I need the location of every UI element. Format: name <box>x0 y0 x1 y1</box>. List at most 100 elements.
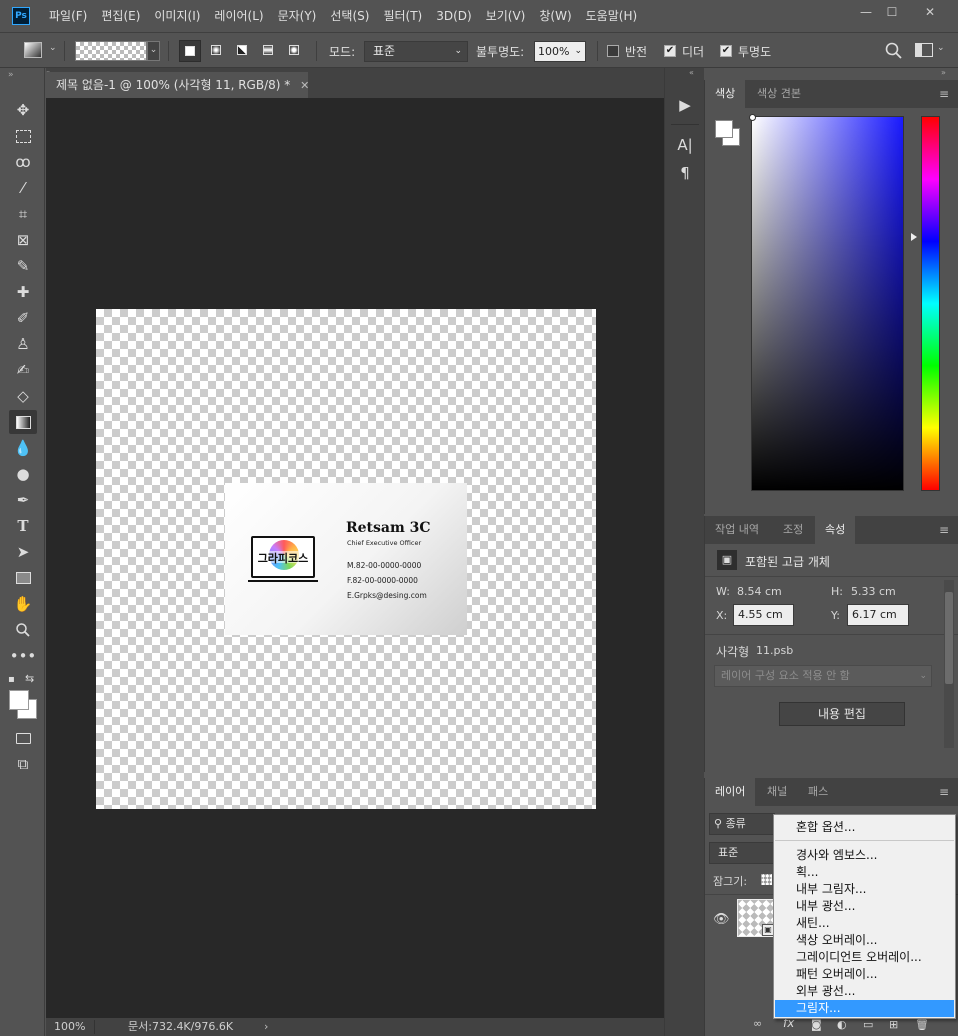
menu-select[interactable]: 선택(S) <box>325 0 378 32</box>
menu-item-gradient-overlay[interactable]: 그레이디언트 오버레이... <box>775 949 954 966</box>
default-colors-icon[interactable]: ▪ <box>8 674 15 685</box>
menu-item-outer-glow[interactable]: 외부 광선... <box>775 983 954 1000</box>
business-card-layer[interactable]: 그라피코스 Retsam 3C Chief Executive Officer … <box>225 483 467 635</box>
magic-wand-tool-icon[interactable]: ⁄ <box>9 176 37 200</box>
dodge-tool-icon[interactable]: ● <box>9 462 37 486</box>
gradient-tool-preset-icon[interactable] <box>24 42 42 58</box>
menu-item-pattern-overlay[interactable]: 패턴 오버레이... <box>775 966 954 983</box>
document-tab[interactable]: 제목 없음-1 @ 100% (사각형 11, RGB/8) * ✕ <box>46 72 309 98</box>
workspace-icon[interactable] <box>915 43 933 57</box>
width-value[interactable]: 8.54 cm <box>737 585 782 598</box>
hue-slider[interactable] <box>921 116 940 491</box>
quick-mask-icon[interactable] <box>9 726 37 750</box>
eye-visibility-icon[interactable]: 👁 <box>713 912 730 927</box>
dither-checkbox[interactable]: ✔ <box>664 45 676 57</box>
eyedropper-tool-icon[interactable]: ✎ <box>9 254 37 278</box>
menu-item-satin[interactable]: 새틴... <box>775 915 954 932</box>
menu-3d[interactable]: 3D(D) <box>431 0 480 32</box>
adjustment-layer-icon[interactable]: ◐ <box>837 1018 847 1031</box>
crop-tool-icon[interactable]: ⌗ <box>9 202 37 226</box>
x-input[interactable]: 4.55 cm <box>733 604 794 626</box>
menu-file[interactable]: 파일(F) <box>44 0 96 32</box>
new-layer-icon[interactable]: ⊞ <box>889 1018 898 1031</box>
clone-stamp-tool-icon[interactable]: ♙ <box>9 332 37 356</box>
menu-view[interactable]: 보기(V) <box>481 0 535 32</box>
close-tab-icon[interactable]: ✕ <box>300 79 309 92</box>
collapse-icon[interactable]: » <box>8 70 14 80</box>
menu-item-stroke[interactable]: 획... <box>775 864 954 881</box>
opacity-input[interactable]: 100% ⌄ <box>534 41 586 62</box>
edit-contents-button[interactable]: 내용 편집 <box>779 702 905 726</box>
link-layers-icon[interactable]: ∞ <box>753 1017 762 1030</box>
maximize-button[interactable]: ☐ <box>878 3 906 21</box>
menu-item-color-overlay[interactable]: 색상 오버레이... <box>775 932 954 949</box>
layer-mask-icon[interactable]: ◙ <box>811 1018 822 1031</box>
tab-channels[interactable]: 채널 <box>757 778 797 806</box>
menu-item-inner-glow[interactable]: 내부 광선... <box>775 898 954 915</box>
reverse-checkbox[interactable] <box>607 45 619 57</box>
menu-item-bevel-emboss[interactable]: 경사와 엠보스... <box>775 847 954 864</box>
pen-tool-icon[interactable]: ✒ <box>9 488 37 512</box>
angle-gradient-button[interactable] <box>232 40 254 62</box>
history-brush-tool-icon[interactable]: ✍ <box>9 358 37 382</box>
panel-menu-icon[interactable]: ≡ <box>939 785 951 799</box>
menu-item-inner-shadow[interactable]: 내부 그림자... <box>775 881 954 898</box>
more-tools-icon[interactable]: ••• <box>9 644 37 668</box>
brush-tool-icon[interactable]: ✐ <box>9 306 37 330</box>
frame-tool-icon[interactable]: ⊠ <box>9 228 37 252</box>
layer-thumbnail[interactable]: ▣ <box>737 899 775 937</box>
tab-properties[interactable]: 속성 <box>815 516 856 544</box>
trash-icon[interactable]: 🗑 <box>915 1018 929 1031</box>
menu-image[interactable]: 이미지(I) <box>149 0 209 32</box>
lock-transparent-icon[interactable] <box>761 874 772 885</box>
color-picker-marker[interactable] <box>749 114 756 121</box>
character-panel-icon[interactable]: A| <box>671 132 699 158</box>
diamond-gradient-button[interactable] <box>284 40 306 62</box>
menu-edit[interactable]: 편집(E) <box>96 0 149 32</box>
paragraph-panel-icon[interactable]: ¶ <box>671 160 699 186</box>
lasso-tool-icon[interactable]: ꝏ <box>9 150 37 174</box>
radial-gradient-button[interactable] <box>206 40 228 62</box>
menu-item-drop-shadow[interactable]: 그림자... <box>775 1000 954 1017</box>
hue-slider-handle[interactable] <box>911 233 917 241</box>
hand-tool-icon[interactable]: ✋ <box>9 592 37 616</box>
tab-adjustments[interactable]: 조정 <box>773 516 813 544</box>
gradient-picker-chevron-icon[interactable]: ⌄ <box>147 41 160 61</box>
close-button[interactable]: ✕ <box>916 3 944 21</box>
mode-select[interactable]: 표준 ⌄ <box>364 41 468 62</box>
search-icon[interactable] <box>884 41 904 61</box>
panel-menu-icon[interactable]: ≡ <box>939 523 951 537</box>
height-value[interactable]: 5.33 cm <box>851 585 896 598</box>
saturation-brightness-field[interactable] <box>751 116 904 491</box>
panel-menu-icon[interactable]: ≡ <box>939 87 951 101</box>
marquee-tool-icon[interactable] <box>9 124 37 148</box>
menu-help[interactable]: 도움말(H) <box>581 0 647 32</box>
gradient-tool-icon[interactable] <box>9 410 37 434</box>
rectangle-tool-icon[interactable] <box>9 566 37 590</box>
zoom-tool-icon[interactable] <box>9 618 37 642</box>
linear-gradient-button[interactable] <box>179 40 201 62</box>
collapse-icon[interactable]: » <box>941 68 946 77</box>
properties-scrollbar[interactable] <box>944 580 954 748</box>
move-tool-icon[interactable]: ✥ <box>9 98 37 122</box>
minimize-button[interactable]: — <box>852 3 880 21</box>
tab-paths[interactable]: 패스 <box>798 778 838 806</box>
menu-type[interactable]: 문자(Y) <box>273 0 326 32</box>
chevron-down-icon[interactable]: ⌄ <box>937 43 945 53</box>
tab-history[interactable]: 작업 내역 <box>705 516 769 544</box>
reflected-gradient-button[interactable] <box>258 40 280 62</box>
screen-mode-icon[interactable]: ⧉ <box>9 752 37 776</box>
menu-layer[interactable]: 레이어(L) <box>209 0 272 32</box>
chevron-down-icon[interactable]: ⌄ <box>49 43 57 53</box>
menu-filter[interactable]: 필터(T) <box>378 0 431 32</box>
tab-layers[interactable]: 레이어 <box>705 778 756 806</box>
chevron-right-icon[interactable]: › <box>264 1018 268 1036</box>
swap-colors-icon[interactable]: ⇆ <box>25 672 34 685</box>
foreground-color-swatch[interactable] <box>9 690 29 710</box>
eraser-tool-icon[interactable]: ◇ <box>9 384 37 408</box>
zoom-level[interactable]: 100% <box>54 1018 85 1036</box>
menu-window[interactable]: 창(W) <box>534 0 580 32</box>
menu-item-blending-options[interactable]: 혼합 옵션... <box>775 819 954 836</box>
document-info[interactable]: 문서:732.4K/976.6K <box>128 1018 233 1036</box>
collapse-icon[interactable]: « <box>689 68 694 77</box>
